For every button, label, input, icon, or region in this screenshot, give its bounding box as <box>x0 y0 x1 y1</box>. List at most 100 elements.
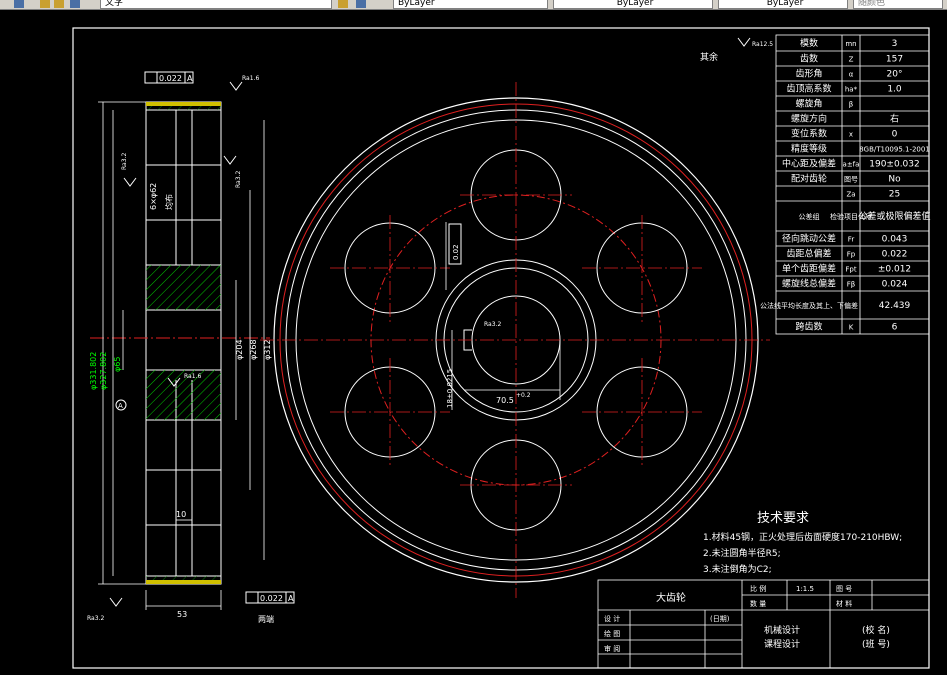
dim-204: φ204 <box>235 339 244 360</box>
layer-combo-3-value: ByLayer <box>766 0 804 8</box>
param-name: 螺旋角 <box>795 98 822 110</box>
gtol-sym-value: 0.02 <box>452 244 460 260</box>
param-symbol: α <box>849 71 854 79</box>
toolbar-icon-6[interactable] <box>356 0 366 8</box>
roughness-ra32-right: Ra3.2 <box>235 171 242 188</box>
roughness-symbols <box>109 37 751 607</box>
gtol-frame-bottom: 0.022 A <box>245 591 295 604</box>
layer-combo-3[interactable]: ByLayer <box>718 0 848 9</box>
param-name: 公法线平均长度及其上、下偏差 <box>760 301 858 310</box>
toolbar-icon-2[interactable] <box>40 0 50 8</box>
dim-tip-diameter: φ331.802 <box>89 352 98 390</box>
param-symbol: x <box>849 131 853 139</box>
section-dim-labels-green: φ331.802 φ327.802 φ65 <box>89 352 122 390</box>
dim-312: φ312 <box>263 339 272 360</box>
param-value: 3 <box>892 39 898 49</box>
title-block <box>597 579 930 669</box>
rim-highlight-top <box>146 102 221 106</box>
tb-check: 绘 图 <box>604 629 620 638</box>
toolbar-icon-1[interactable] <box>14 0 24 8</box>
param-symbol: a±fa <box>843 161 860 169</box>
tb-material-label: 材 料 <box>836 599 852 608</box>
param-value: 20° <box>887 70 903 80</box>
toolbar-icon-5[interactable] <box>338 0 348 8</box>
param-name: 齿顶高系数 <box>786 83 831 95</box>
text-style-combo[interactable]: 文字 <box>100 0 332 9</box>
param-value: 0 <box>892 130 898 140</box>
param-name: 精度等级 <box>791 143 827 155</box>
roughness-ra16-top: Ra1.6 <box>242 75 259 82</box>
plot-style-value: 随颜色 <box>858 0 886 8</box>
dim-web: 10 <box>176 510 186 519</box>
dim-root-diameter: φ327.802 <box>99 352 108 390</box>
param-symbol: Za <box>846 191 855 199</box>
param-symbol: Fpt <box>845 266 856 274</box>
param-name: 径向跳动公差 <box>782 233 836 245</box>
layer-combo-1[interactable]: ByLayer <box>393 0 548 9</box>
tech-line-1: 1.材料45钢，正火处理后齿面硬度170-210HBW; <box>703 531 902 543</box>
param-value: No <box>888 175 901 185</box>
roughness-ra32-left: Ra3.2 <box>121 153 128 170</box>
param-symbol: ha* <box>845 86 858 94</box>
tech-line-3: 3.未注倒角为C2; <box>703 563 772 575</box>
tb-date: (日期) <box>710 615 730 623</box>
layer-combo-2[interactable]: ByLayer <box>553 0 713 9</box>
param-name: 齿数 <box>800 53 818 65</box>
text-style-value: 文字 <box>105 0 124 8</box>
keyway-dim-labels: 70.5 +0.2 18±0.0215 Ra3.2 <box>446 321 531 408</box>
tb-school: (校 名) <box>862 624 890 636</box>
tech-requirements: 技术要求 1.材料45钢，正火处理后齿面硬度170-210HBW; 2.未注圆角… <box>703 511 902 575</box>
param-value: 190±0.032 <box>869 160 919 170</box>
param-name: 螺旋方向 <box>791 113 827 125</box>
param-value: 157 <box>886 55 903 65</box>
toolbar-icon-3[interactable] <box>54 0 64 8</box>
section-dim-labels: φ204 φ268 φ312 6×φ62 均布 10 53 两端 Ra3.2 R… <box>87 75 274 624</box>
param-value: 0.024 <box>882 280 908 290</box>
tech-line-2: 2.未注圆角半径R5; <box>703 547 781 559</box>
tb-class: (班 号) <box>862 638 890 650</box>
datum-a-symbol: A <box>115 399 127 411</box>
dim-keytol: +0.2 <box>516 392 531 399</box>
param-value: 0.022 <box>882 250 908 260</box>
layer-combo-2-value: ByLayer <box>616 0 654 8</box>
gear-center-lines <box>260 82 770 598</box>
tb-review: 审 阅 <box>604 644 620 653</box>
param-name: 齿形角 <box>795 68 822 80</box>
plot-style-combo[interactable]: 随颜色 <box>853 0 943 9</box>
param-value: 8GB/T10095.1-2001 <box>859 146 930 154</box>
param-symbol: Fp <box>847 251 856 259</box>
toolbar: 文字 ByLayer ByLayer ByLayer 随颜色 <box>0 0 947 10</box>
tb-scale-label: 比 例 <box>750 584 766 593</box>
param-name: 变位系数 <box>791 128 827 140</box>
gtol-top-datum: A <box>187 74 193 83</box>
param-name: 单个齿距偏差 <box>782 263 836 275</box>
param-symbol: mn <box>845 40 856 48</box>
dim-keyway: 18±0.0215 <box>446 369 454 408</box>
roughness-other-value: Ra12.5 <box>752 41 773 48</box>
param-value: ±0.012 <box>878 265 911 275</box>
roughness-other-label: 其余 <box>700 51 718 63</box>
gtol-bottom-datum: A <box>288 594 294 603</box>
gtol-symmetry: 0.02 <box>448 223 462 265</box>
tb-design: 设 计 <box>604 614 620 623</box>
param-value: 右 <box>890 113 899 125</box>
dim-268: φ268 <box>249 339 258 360</box>
roughness-ra16-mid: Ra1.6 <box>184 373 201 380</box>
dim-keydepth: 70.5 <box>496 396 514 405</box>
dim-equal: 均布 <box>164 194 174 210</box>
param-value: 6 <box>892 323 898 333</box>
hatch-top <box>146 265 221 310</box>
dim-holes: 6×φ62 <box>149 183 158 210</box>
param-symbol: Z <box>849 56 854 64</box>
tech-title: 技术要求 <box>757 511 809 526</box>
toolbar-icon-4[interactable] <box>70 0 80 8</box>
title-block-text: 大齿轮 比 例 1:1.5 数 量 图 号 材 料 设 计 (日期) 绘 图 审… <box>604 584 890 653</box>
param-value: 0.043 <box>882 235 908 245</box>
tb-course2: 课程设计 <box>764 638 800 650</box>
gtol-top-value: 0.022 <box>159 74 182 83</box>
drawing-canvas[interactable]: φ331.802 φ327.802 φ65 φ204 φ268 φ312 6×φ… <box>0 10 947 675</box>
param-name: 公差组 <box>799 212 820 221</box>
param-value: 42.439 <box>879 301 911 311</box>
param-name: 中心距及偏差 <box>782 158 836 170</box>
param-value: 25 <box>889 190 900 200</box>
